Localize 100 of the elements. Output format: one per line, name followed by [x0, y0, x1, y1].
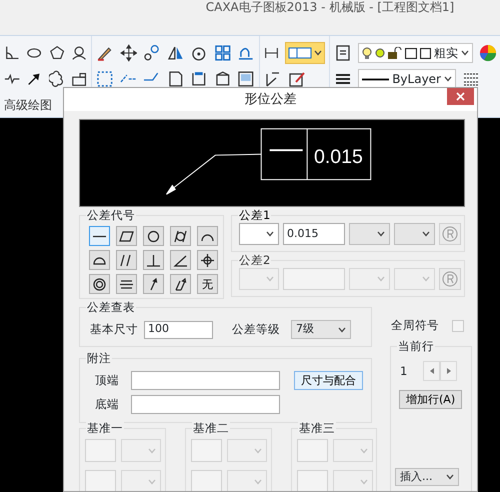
datum-input[interactable] [297, 470, 328, 491]
ribbon-group-label: 高级绘图 [4, 97, 53, 114]
edit-text-icon[interactable] [288, 70, 306, 88]
cylindricity-icon [173, 230, 188, 242]
symbol-button[interactable] [116, 274, 137, 294]
tolerance-input[interactable] [283, 268, 345, 290]
previous-button[interactable] [423, 361, 440, 382]
array-grid-icon[interactable] [214, 44, 232, 62]
datum-input[interactable] [85, 439, 116, 462]
group-label: 公差2 [238, 253, 272, 267]
group-label: 公差代号 [86, 208, 136, 222]
symbol-button[interactable] [89, 226, 110, 246]
angle-icon [173, 254, 188, 266]
checkbox-label: 全周符号 [391, 317, 439, 334]
caret-icon [360, 478, 368, 484]
caret-icon [266, 276, 274, 282]
circled-r-icon [442, 271, 458, 287]
symbol-button[interactable] [116, 250, 137, 270]
symmetry-icon [119, 278, 134, 290]
row-number: 1 [400, 362, 408, 380]
group-label: 公差查表 [86, 300, 136, 314]
close-icon [456, 92, 465, 101]
add-row-button[interactable]: 增加行(A) [399, 390, 462, 410]
linetype-dropdown[interactable]: ByLayer [358, 69, 456, 89]
left-arrow-icon [430, 368, 434, 374]
magnifier-person-icon[interactable] [70, 44, 87, 62]
size-input[interactable]: 100 [144, 320, 213, 338]
field-label: 顶端 [95, 372, 119, 389]
insert-dropdown[interactable]: 插入... [395, 468, 459, 486]
symbol-button[interactable] [170, 274, 191, 294]
symbol-button[interactable] [170, 250, 191, 270]
copy-circles-icon[interactable] [143, 44, 161, 62]
frame-symbol-icon [270, 149, 303, 152]
color-wheel-icon[interactable] [479, 44, 497, 62]
properties-icon[interactable] [334, 44, 352, 62]
group-label: 基准二 [192, 421, 230, 435]
window-title: CAXA电子图板2013 - 机械版 - [工程图文档1] [206, 1, 454, 16]
scale-icon[interactable] [214, 70, 232, 88]
text-input[interactable] [131, 371, 280, 390]
fit-button[interactable]: 尺寸与配合 [294, 371, 363, 390]
parallelogram-icon [119, 230, 134, 242]
dashed-rectangle-icon[interactable] [96, 70, 114, 88]
datum-input[interactable] [85, 470, 116, 491]
grade-dropdown[interactable]: 7级 [291, 320, 351, 339]
symbol-button[interactable] [143, 226, 164, 246]
text-input[interactable] [131, 395, 280, 414]
sun-icon [375, 48, 385, 58]
frame-window-icon[interactable] [237, 70, 256, 88]
caret-icon [148, 478, 156, 484]
symbol-button[interactable] [89, 274, 110, 294]
group-label: 公差1 [238, 208, 272, 222]
crosshair-icon [200, 254, 215, 266]
datum-input[interactable] [297, 439, 328, 462]
pentagon-icon[interactable] [48, 44, 65, 62]
caret-icon [314, 50, 322, 56]
field-label: 基本尺寸 [90, 320, 139, 338]
right-arrow-icon [446, 368, 451, 374]
line-sample-icon [362, 78, 390, 80]
bulb-icon [362, 47, 372, 59]
symbol-button[interactable] [89, 250, 110, 270]
symbol-button[interactable] [116, 226, 137, 246]
symbol-button[interactable] [143, 274, 164, 294]
grade-value: 7级 [296, 321, 314, 338]
symbol-button[interactable]: 无 [197, 274, 218, 294]
datum-input[interactable] [191, 439, 222, 462]
angle-dimension-icon[interactable] [264, 70, 282, 88]
caret-icon [148, 448, 156, 454]
document-icon[interactable] [166, 70, 184, 88]
symbol-button[interactable] [197, 250, 218, 270]
close-button[interactable] [447, 88, 474, 105]
frame-value: 0.015 [314, 146, 363, 168]
layer-dropdown[interactable]: 粗实 [358, 43, 473, 63]
symbol-button[interactable] [170, 226, 191, 246]
checkbox[interactable] [452, 320, 464, 332]
caret-icon [422, 276, 430, 282]
table-icon[interactable] [70, 70, 87, 88]
caret-icon [266, 231, 274, 237]
caret-icon [377, 231, 385, 237]
total-runout-icon [173, 278, 188, 290]
symbol-button[interactable] [143, 250, 164, 270]
tolerance-input[interactable]: 0.015 [283, 223, 345, 245]
caret-icon [461, 50, 469, 56]
caret-icon [254, 448, 262, 454]
caret-icon [254, 478, 262, 484]
concentric-circles-icon [92, 278, 107, 290]
dialog-title: 形位公差 [244, 90, 296, 109]
cloud-shape-icon[interactable] [48, 70, 65, 88]
move-icon[interactable] [120, 44, 138, 62]
caret-icon [377, 276, 385, 282]
symbol-button[interactable] [197, 226, 218, 246]
next-button[interactable] [440, 361, 458, 382]
datum-input[interactable] [191, 470, 222, 491]
field-label: 公差等级 [232, 320, 281, 338]
mirror-icon[interactable] [166, 44, 184, 62]
perpendicular-icon [146, 254, 161, 266]
bracket-frame-icon[interactable] [190, 70, 208, 88]
group-label: 基准一 [86, 421, 124, 435]
axis-corner-icon[interactable] [4, 44, 20, 62]
circled-r-icon [442, 226, 458, 242]
field-label: 底端 [95, 396, 119, 413]
